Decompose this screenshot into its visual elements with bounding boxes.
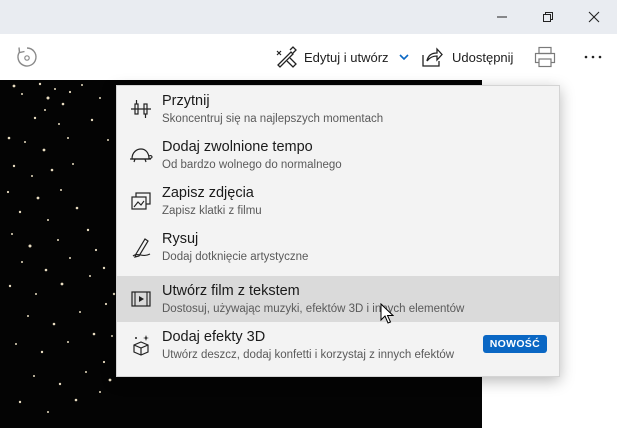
title-bar (0, 0, 617, 34)
menu-item-trim[interactable]: Przytnij Skoncentruj się na najlepszych … (117, 86, 559, 132)
menu-item-description: Skoncentruj się na najlepszych momentach (162, 113, 384, 125)
share-label: Udostępnij (452, 49, 514, 65)
share-button[interactable]: Udostępnij (421, 34, 513, 80)
edit-create-menu: Przytnij Skoncentruj się na najlepszych … (116, 85, 560, 377)
new-badge: NOWOŚĆ (482, 335, 547, 353)
menu-item-slow-motion[interactable]: Dodaj zwolnione tempo Od bardzo wolnego … (117, 132, 559, 178)
menu-item-description: Zapisz klatki z filmu (162, 205, 262, 217)
edit-create-icon (276, 46, 297, 68)
draw-icon (129, 235, 153, 259)
edit-create-label: Edytuj i utwórz (304, 49, 389, 65)
menu-item-title: Dodaj efekty 3D (162, 329, 266, 345)
print-icon (534, 46, 556, 68)
menu-item-title: Przytnij (162, 93, 210, 109)
menu-item-description: Od bardzo wolnego do normalnego (162, 159, 342, 171)
rotate-icon (17, 47, 37, 67)
more-options-button[interactable] (583, 34, 603, 80)
video-text-icon (129, 287, 153, 311)
menu-item-title: Rysuj (162, 231, 199, 247)
minimize-icon (497, 16, 507, 18)
more-icon (584, 55, 602, 59)
share-icon (422, 47, 443, 67)
menu-item-description: Dostosuj, używając muzyki, efektów 3D i … (162, 303, 465, 315)
trim-icon (129, 97, 153, 121)
print-button[interactable] (533, 34, 557, 80)
edit-create-button[interactable]: Edytuj i utwórz (275, 34, 410, 80)
chevron-down-icon (398, 54, 409, 61)
menu-item-description: Utwórz deszcz, dodaj konfetti i korzysta… (162, 349, 455, 361)
save-frames-icon (129, 189, 153, 213)
rotate-button[interactable] (14, 34, 40, 80)
restore-button[interactable] (525, 0, 571, 34)
restore-icon (543, 12, 553, 22)
menu-item-description: Dodaj dotknięcie artystyczne (162, 251, 309, 263)
close-icon (588, 11, 600, 23)
menu-item-video-with-text[interactable]: Utwórz film z tekstem Dostosuj, używając… (117, 276, 559, 322)
minimize-button[interactable] (479, 0, 525, 34)
mouse-cursor-icon (380, 303, 394, 324)
menu-item-title: Dodaj zwolnione tempo (162, 139, 313, 155)
close-button[interactable] (571, 0, 617, 34)
menu-item-title: Zapisz zdjęcia (162, 185, 254, 201)
toolbar: Edytuj i utwórz Udostępnij (0, 34, 617, 80)
menu-item-title: Utwórz film z tekstem (162, 283, 300, 299)
menu-item-3d-effects[interactable]: Dodaj efekty 3D Utwórz deszcz, dodaj kon… (117, 322, 559, 368)
menu-item-save-photos[interactable]: Zapisz zdjęcia Zapisz klatki z filmu (117, 178, 559, 224)
turtle-icon (129, 143, 153, 167)
effects-3d-icon (129, 333, 153, 357)
menu-item-draw[interactable]: Rysuj Dodaj dotknięcie artystyczne (117, 224, 559, 270)
